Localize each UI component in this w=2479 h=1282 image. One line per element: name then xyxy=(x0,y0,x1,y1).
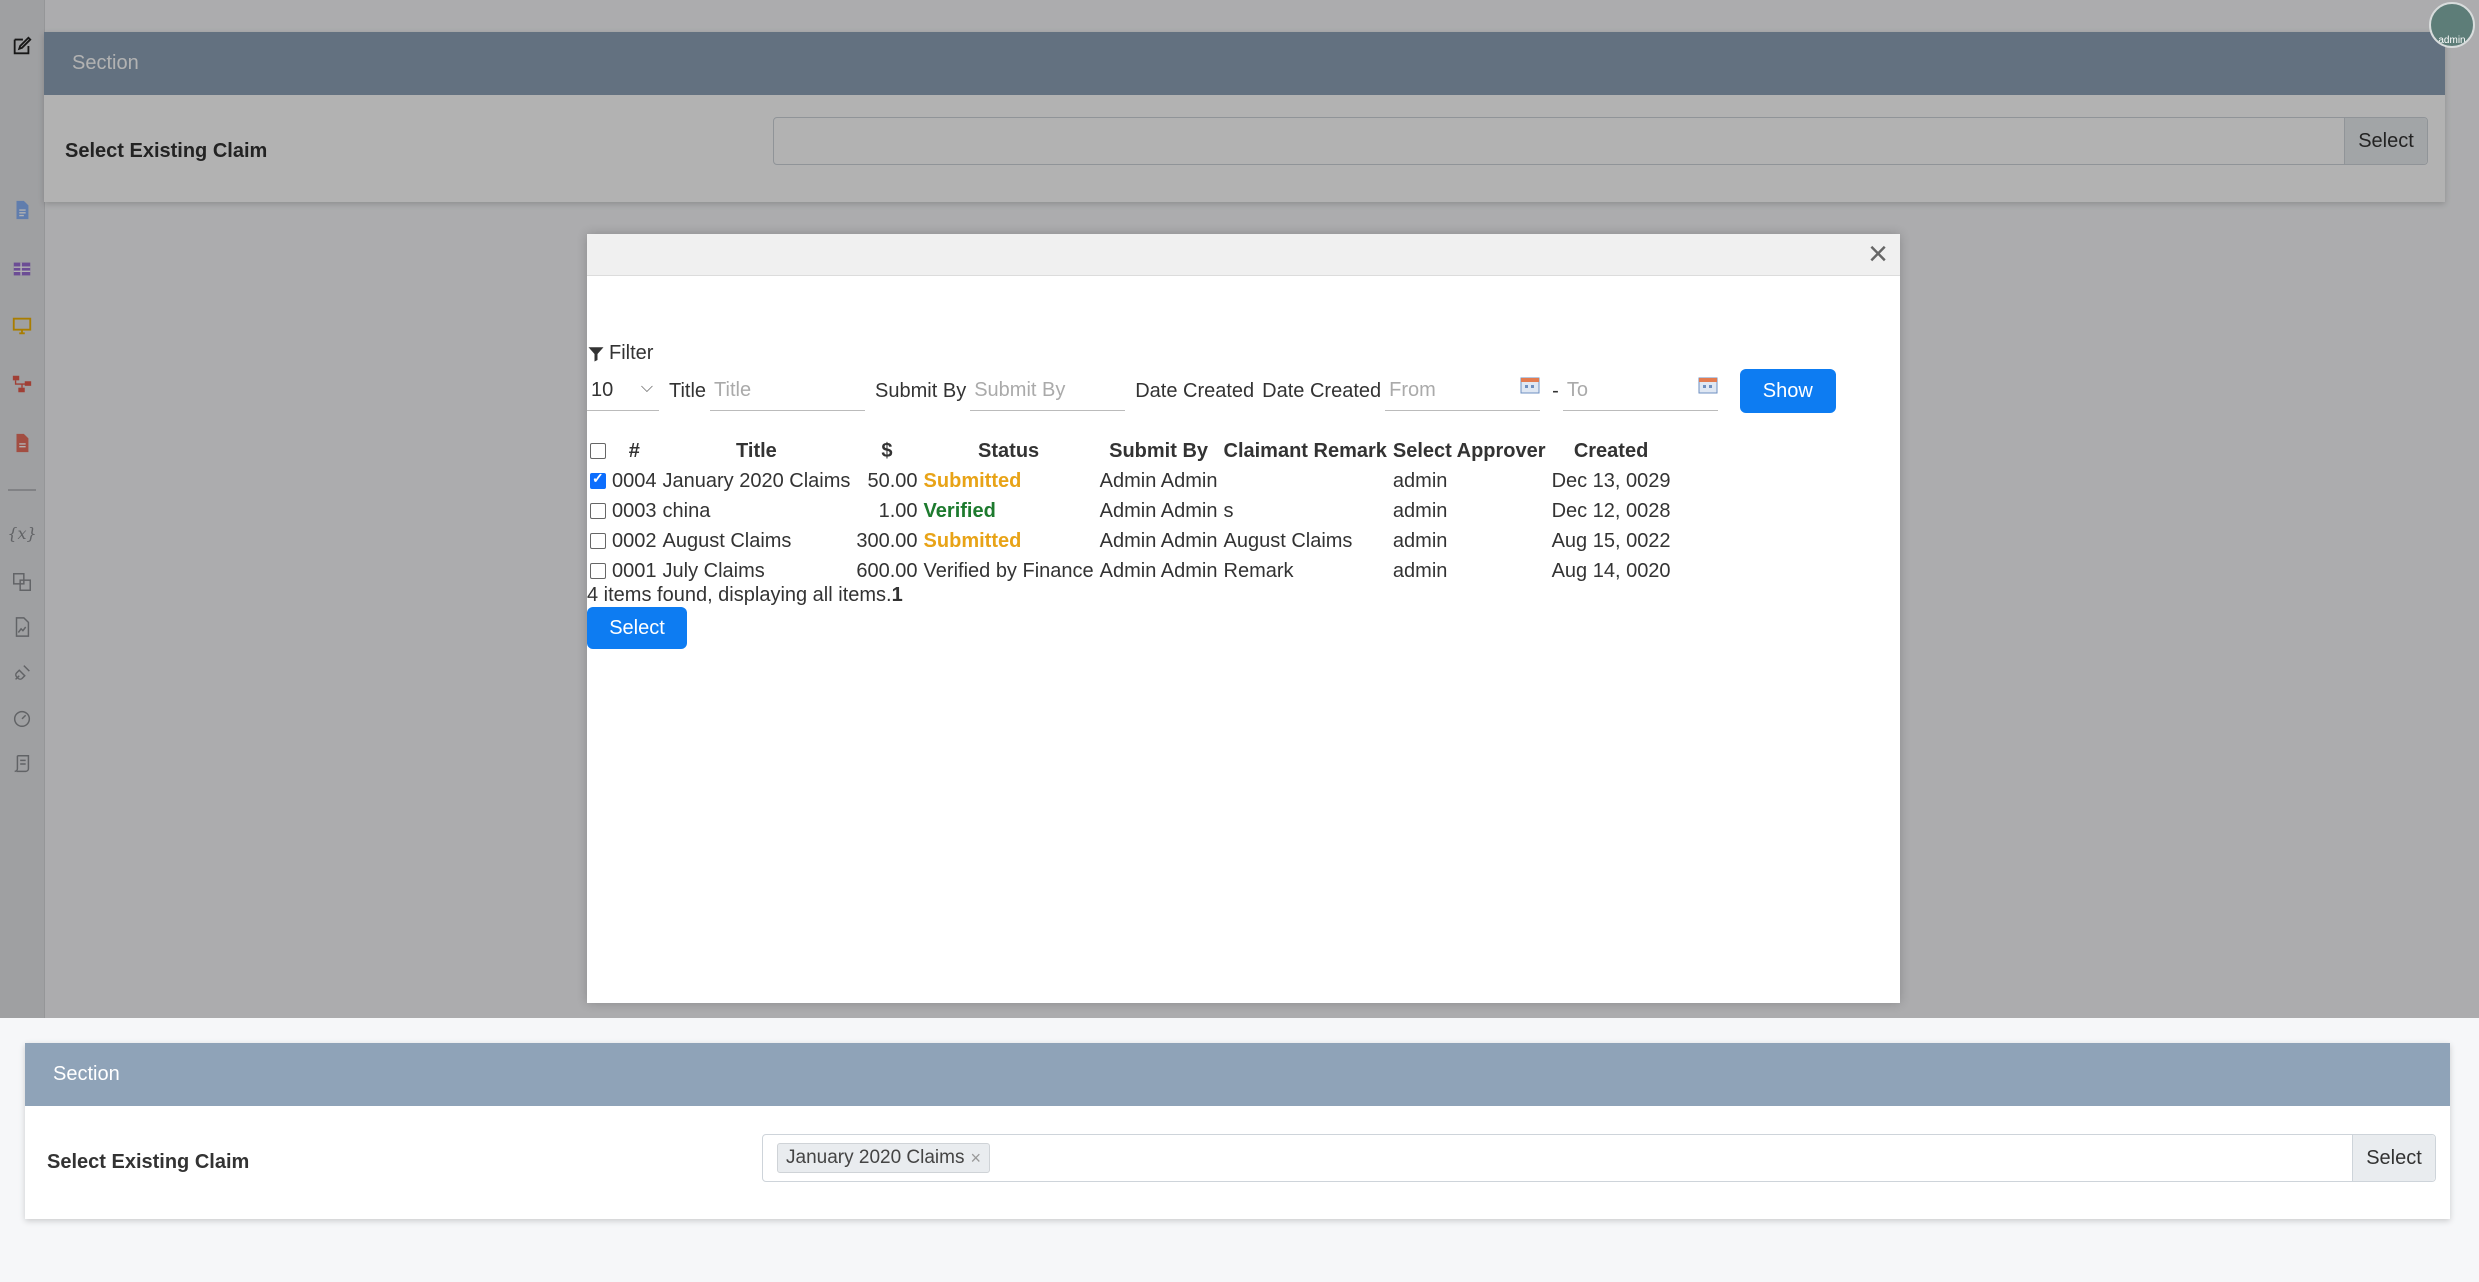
column-header[interactable]: # xyxy=(609,436,660,466)
pagination-summary: 4 items found, displaying all items.1 xyxy=(587,584,903,606)
calendar-icon[interactable] xyxy=(1698,376,1718,394)
title-filter-label: Title xyxy=(669,379,707,402)
claim-approver: admin xyxy=(1392,499,1448,522)
claim-picker-input[interactable]: January 2020 Claims × xyxy=(763,1135,2352,1181)
row-checkbox[interactable] xyxy=(590,470,606,490)
selected-claim-chip: January 2020 Claims × xyxy=(777,1143,990,1173)
table-row[interactable]: 0004January 2020 Claims 50.00Submitted Adm… xyxy=(587,466,1674,496)
show-button[interactable]: Show xyxy=(1739,369,1836,413)
select-all-checkbox[interactable] xyxy=(590,443,606,460)
user-avatar[interactable]: admin xyxy=(2429,2,2475,48)
select-existing-claim-label: Select Existing Claim xyxy=(47,1151,250,1173)
claim-submit-by: Admin Admin xyxy=(1099,559,1218,582)
claim-remark: August Claims xyxy=(1223,529,1353,552)
claim-amount: 1.00 xyxy=(878,499,918,522)
column-header[interactable]: Created xyxy=(1549,436,1674,466)
remove-chip-icon[interactable]: × xyxy=(970,1148,981,1169)
claim-amount: 600.00 xyxy=(856,559,918,582)
close-icon[interactable]: × xyxy=(1868,236,1888,272)
page-link[interactable]: 1 xyxy=(892,584,903,606)
claim-amount: 50.00 xyxy=(867,469,918,492)
claim-title: January 2020 Claims xyxy=(662,469,851,492)
claim-created: Aug 15, 0022 xyxy=(1551,529,1671,552)
table-row[interactable]: 0002 August Claims 300.00 Submitted Admin Ad… xyxy=(587,526,1674,556)
claim-submit-by: Admin Admin xyxy=(1099,469,1218,492)
submit-by-filter-label: Submit By xyxy=(875,379,967,402)
claim-title: china xyxy=(662,499,711,522)
chevron-down-icon: ⌵ xyxy=(640,379,653,396)
filter-row: 10 ⌵ Title Title Submit By Submit By Dat… xyxy=(587,369,1836,413)
filter-heading: Filter xyxy=(587,342,653,365)
claim-approver: admin xyxy=(1392,559,1448,582)
row-checkbox[interactable] xyxy=(590,503,606,520)
modal-select-button[interactable]: Select xyxy=(587,607,687,649)
claim-submit-by: Admin Admin xyxy=(1099,529,1218,552)
select-all-cell xyxy=(587,436,609,466)
column-header[interactable]: $ xyxy=(853,436,920,466)
claim-select-button-bottom[interactable]: Select xyxy=(2352,1135,2435,1181)
claim-amount: 300.00 xyxy=(856,529,918,552)
claim-created: Dec 12, 0028 xyxy=(1551,499,1671,522)
modal-header: × xyxy=(587,234,1900,276)
title-filter-input[interactable]: Title xyxy=(710,371,866,411)
date-to-input[interactable]: To xyxy=(1562,371,1718,411)
claim-approver: admin xyxy=(1392,469,1448,492)
calendar-icon[interactable] xyxy=(1520,376,1540,394)
date-range-separator: - xyxy=(1552,379,1559,402)
column-header[interactable]: Status xyxy=(921,436,1097,466)
claim-id: 0004 xyxy=(612,469,657,492)
date-created-label-2: Date Created xyxy=(1262,379,1382,402)
claim-id: 0003 xyxy=(612,499,657,522)
claim-title: August Claims xyxy=(662,529,792,552)
table-row[interactable]: 0001 July Claims 600.00 Verified by Finance… xyxy=(587,556,1674,586)
claim-approver: admin xyxy=(1392,529,1448,552)
claim-status: Verified by Finance xyxy=(923,559,1094,582)
column-header[interactable]: Claimant Remark xyxy=(1221,436,1390,466)
claim-id: 0002 xyxy=(612,529,657,552)
page-size-select[interactable]: 10 ⌵ xyxy=(587,371,659,411)
claim-status: Submitted xyxy=(923,529,1022,552)
date-from-input[interactable]: From xyxy=(1385,371,1541,411)
section-header: Section xyxy=(25,1043,2450,1106)
claim-status: Verified xyxy=(923,499,996,522)
claim-created: Dec 13, 0029 xyxy=(1551,469,1671,492)
submit-by-filter-input[interactable]: Submit By xyxy=(970,371,1126,411)
section-card-bottom: Section Select Existing Claim January 20… xyxy=(25,1043,2450,1219)
row-select-cell xyxy=(587,556,609,586)
claim-id: 0001 xyxy=(612,559,657,582)
claims-table: # Title $ Status Submit By Claimant Rema… xyxy=(587,436,1674,586)
claim-title: July Claims xyxy=(662,559,765,582)
claim-remark xyxy=(1221,466,1390,496)
column-header[interactable]: Select Approver xyxy=(1390,436,1549,466)
claim-submit-by: Admin Admin xyxy=(1099,499,1218,522)
table-header-row: # Title $ Status Submit By Claimant Rema… xyxy=(587,436,1674,466)
row-select-cell xyxy=(587,526,609,556)
claim-select-modal: × Filter 10 ⌵ Title Title Submit By Subm… xyxy=(587,234,1900,1003)
filter-icon xyxy=(588,346,604,361)
claim-status: Submitted xyxy=(923,469,1022,492)
claim-remark: s xyxy=(1223,499,1234,522)
row-select-cell xyxy=(587,466,609,496)
claim-remark: Remark xyxy=(1223,559,1294,582)
row-checkbox[interactable] xyxy=(590,563,606,580)
claim-picker-bottom[interactable]: January 2020 Claims × Select xyxy=(762,1134,2436,1182)
claim-created: Aug 14, 0020 xyxy=(1551,559,1671,582)
table-row[interactable]: 0003 china 1.00 Verified Admin Admin s admin De… xyxy=(587,496,1674,526)
row-select-cell xyxy=(587,496,609,526)
column-header[interactable]: Title xyxy=(660,436,854,466)
row-checkbox[interactable] xyxy=(590,533,606,550)
column-header[interactable]: Submit By xyxy=(1097,436,1221,466)
date-created-label: Date Created xyxy=(1135,379,1255,402)
